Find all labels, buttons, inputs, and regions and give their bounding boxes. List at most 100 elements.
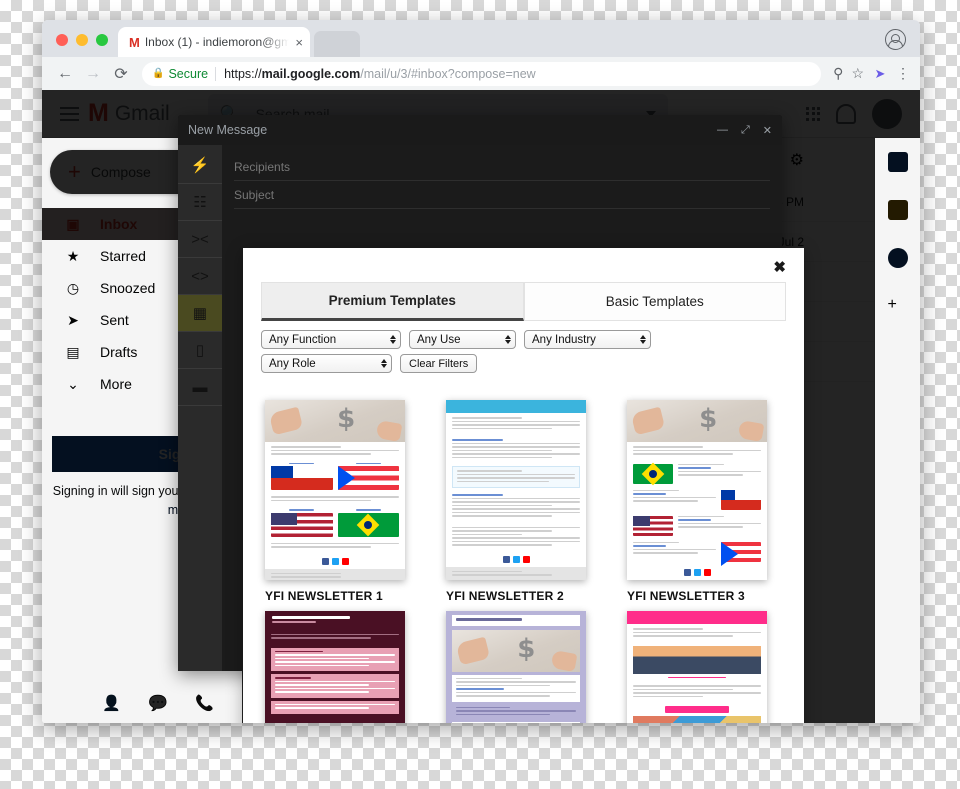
inbox-icon: ▣ xyxy=(66,215,80,232)
template-card[interactable]: YFI NEWSLETTER 3 xyxy=(627,400,782,603)
subject-field[interactable]: Subject xyxy=(234,181,770,209)
social-icons xyxy=(265,554,405,569)
recipients-field[interactable]: Recipients xyxy=(234,153,770,181)
back-icon[interactable]: ← xyxy=(52,61,78,87)
cursor-extension-icon[interactable]: ➤ xyxy=(872,66,888,82)
toolbar-icons: ⚲ ☆ ➤ ⋮ xyxy=(829,65,910,82)
template-title: YFI NEWSLETTER 2 xyxy=(446,589,564,603)
row-time: Jul 2 xyxy=(778,234,804,249)
phone-icon[interactable]: 📞 xyxy=(195,694,214,712)
document-icon[interactable]: ▦ xyxy=(178,295,222,332)
browser-menu-icon[interactable]: ⋮ xyxy=(896,65,910,82)
filter-function-select[interactable]: Any Function xyxy=(261,330,401,349)
collapse-icon[interactable]: >< xyxy=(178,221,222,258)
browser-tab[interactable]: M Inbox (1) - indiemoron@gmail.com × xyxy=(118,27,310,57)
reload-icon[interactable]: ⟳ xyxy=(108,61,134,87)
close-window-button[interactable] xyxy=(56,34,68,46)
gmail-wordmark: Gmail xyxy=(114,101,170,125)
apps-grid-icon[interactable] xyxy=(806,106,820,121)
add-icon[interactable]: + xyxy=(888,296,908,316)
compose-title: New Message xyxy=(188,123,268,137)
chevron-updown-icon xyxy=(632,335,646,344)
filter-function-value: Any Function xyxy=(269,333,337,346)
template-card[interactable] xyxy=(446,611,601,723)
template-thumbnail[interactable] xyxy=(627,611,767,723)
puzzle-icon[interactable]: ☷ xyxy=(178,184,222,221)
new-tab-button[interactable] xyxy=(314,31,360,57)
template-card[interactable] xyxy=(627,611,782,723)
tasks-icon[interactable] xyxy=(887,248,908,268)
template-thumbnail[interactable] xyxy=(265,611,405,723)
tab-premium-templates[interactable]: Premium Templates xyxy=(261,282,524,321)
template-thumbnail[interactable] xyxy=(627,400,767,580)
tab-basic-templates[interactable]: Basic Templates xyxy=(523,282,786,321)
filter-role-select[interactable]: Any Role xyxy=(261,354,392,373)
sidebar-label-starred: Starred xyxy=(100,248,146,264)
lightning-icon[interactable]: ⚡ xyxy=(178,147,222,184)
forward-icon[interactable]: → xyxy=(80,61,106,87)
gmail-side-panel: + xyxy=(874,138,920,723)
person-icon[interactable]: 👤 xyxy=(102,694,121,712)
compose-window-controls: — ⤢ ✕ xyxy=(717,124,772,137)
window-traffic-lights[interactable] xyxy=(52,34,118,57)
sidebar-label-drafts: Drafts xyxy=(100,344,138,360)
gmail-footer-icons: 👤 💬 📞 xyxy=(42,683,242,723)
code-icon[interactable]: <> xyxy=(178,258,222,295)
template-grid: YFI NEWSLETTER 1 xyxy=(243,378,804,723)
template-thumbnail[interactable] xyxy=(446,400,586,580)
lock-icon: 🔒 xyxy=(152,68,165,79)
sidebar-label-snoozed: Snoozed xyxy=(100,280,156,296)
thumb-flags xyxy=(265,461,405,493)
flag-puerto-rico-icon xyxy=(337,466,399,490)
browser-window: M Inbox (1) - indiemoron@gmail.com × ← →… xyxy=(42,20,920,723)
calendar-icon[interactable] xyxy=(887,152,908,172)
filter-use-value: Any Use xyxy=(417,333,461,346)
address-bar[interactable]: 🔒 Secure https://mail.google.com/mail/u/… xyxy=(142,61,822,86)
menu-icon[interactable] xyxy=(52,106,82,121)
hands-dollar-photo xyxy=(452,629,580,672)
filter-role-value: Any Role xyxy=(269,357,316,370)
filter-industry-value: Any Industry xyxy=(532,333,596,346)
url-domain: mail.google.com xyxy=(261,66,361,81)
maximize-window-button[interactable] xyxy=(96,34,108,46)
mobile-icon[interactable]: ▯ xyxy=(178,332,222,369)
template-card[interactable] xyxy=(265,611,420,723)
sidebar-label-inbox: Inbox xyxy=(100,216,138,232)
notifications-icon[interactable] xyxy=(836,103,856,124)
url-scheme: https:// xyxy=(224,66,262,81)
send-icon: ➤ xyxy=(67,311,79,328)
filter-row-2: Any Role Clear Filters xyxy=(261,354,786,373)
filter-row-1: Any Function Any Use Any Industry xyxy=(261,330,786,349)
keep-icon[interactable] xyxy=(887,200,908,220)
clear-filters-button[interactable]: Clear Filters xyxy=(400,354,478,373)
filter-industry-select[interactable]: Any Industry xyxy=(524,330,651,349)
close-icon[interactable]: ✖ xyxy=(773,260,786,275)
close-icon[interactable]: × xyxy=(295,36,303,49)
compose-toolbar-rail: ⚡ ☷ >< <> ▦ ▯ ▬ xyxy=(178,145,222,671)
template-thumbnail[interactable] xyxy=(265,400,405,580)
template-thumbnail[interactable] xyxy=(446,611,586,723)
account-avatar[interactable] xyxy=(872,98,902,129)
minimize-icon[interactable]: — xyxy=(717,124,728,137)
cta-button[interactable] xyxy=(664,706,730,713)
header-actions xyxy=(806,98,910,129)
template-card[interactable]: YFI NEWSLETTER 2 xyxy=(446,400,601,603)
chevron-updown-icon xyxy=(382,335,396,344)
expand-icon[interactable]: ⤢ xyxy=(741,124,750,137)
close-icon[interactable]: ✕ xyxy=(763,124,772,137)
hands-dollar-photo xyxy=(627,400,767,442)
filter-use-select[interactable]: Any Use xyxy=(409,330,516,349)
gmail-logo: M Gmail xyxy=(88,101,170,126)
key-icon[interactable]: ⚲ xyxy=(833,65,843,82)
desktop-icon[interactable]: ▬ xyxy=(178,369,222,406)
settings-gear-icon[interactable]: ⚙ xyxy=(790,150,804,170)
browser-profile-icon[interactable] xyxy=(885,29,906,50)
template-card[interactable]: YFI NEWSLETTER 1 xyxy=(265,400,420,603)
cityscape-photo xyxy=(633,645,761,674)
thumb-text xyxy=(265,442,405,461)
minimize-window-button[interactable] xyxy=(76,34,88,46)
star-icon[interactable]: ☆ xyxy=(851,65,864,82)
chat-icon[interactable]: 💬 xyxy=(149,694,168,712)
omnibox-divider xyxy=(215,66,217,81)
url-text: https://mail.google.com/mail/u/3/#inbox?… xyxy=(224,67,536,81)
